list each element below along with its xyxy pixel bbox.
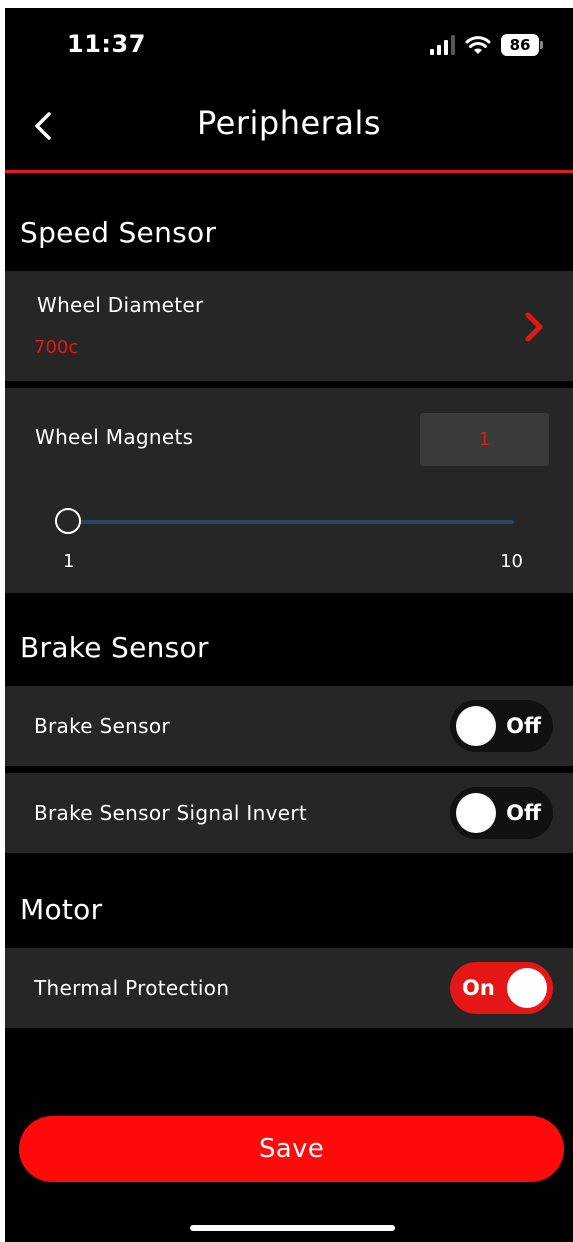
thermal-protection-toggle[interactable]: On xyxy=(450,962,553,1014)
page-title: Peripherals xyxy=(197,104,381,142)
toggle-knob xyxy=(456,793,496,833)
brake-sensor-toggle[interactable]: Off xyxy=(450,700,553,752)
wheel-magnets-row: Wheel Magnets 1 1 10 xyxy=(5,388,573,593)
chevron-right-icon[interactable] xyxy=(523,311,545,347)
toggle-state: On xyxy=(462,976,495,1000)
section-title-motor: Motor xyxy=(20,893,103,926)
wheel-diameter-value: 700c xyxy=(34,337,79,358)
toggle-state: Off xyxy=(506,714,541,738)
home-indicator xyxy=(190,1225,395,1231)
save-button[interactable]: Save xyxy=(19,1116,564,1182)
status-icons: 86 xyxy=(430,30,543,60)
toggle-knob xyxy=(456,706,496,746)
toggle-knob xyxy=(507,968,547,1008)
slider-min-label: 1 xyxy=(63,551,75,572)
status-time: 11:37 xyxy=(67,30,146,58)
wheel-magnets-slider-thumb[interactable] xyxy=(55,508,81,534)
wheel-diameter-row[interactable]: Wheel Diameter 700c xyxy=(5,271,573,381)
brake-signal-invert-row: Brake Sensor Signal Invert Off xyxy=(5,773,573,853)
battery-level: 86 xyxy=(501,34,539,56)
wheel-magnets-slider-track[interactable] xyxy=(68,520,514,524)
wheel-diameter-label: Wheel Diameter xyxy=(37,293,204,317)
screen: 11:37 86 Peripherals Speed Sensor Wheel … xyxy=(5,8,573,1242)
header-divider xyxy=(5,170,573,173)
section-title-speed-sensor: Speed Sensor xyxy=(20,216,217,249)
wifi-icon xyxy=(465,35,491,55)
slider-max-label: 10 xyxy=(500,551,523,572)
brake-signal-invert-label: Brake Sensor Signal Invert xyxy=(34,801,308,825)
section-title-brake-sensor: Brake Sensor xyxy=(20,631,209,664)
brake-sensor-row: Brake Sensor Off xyxy=(5,686,573,766)
brake-sensor-label: Brake Sensor xyxy=(34,714,170,738)
battery-icon: 86 xyxy=(501,34,543,56)
cellular-signal-icon xyxy=(430,35,455,55)
thermal-protection-row: Thermal Protection On xyxy=(5,948,573,1028)
wheel-magnets-label: Wheel Magnets xyxy=(35,425,194,449)
brake-signal-invert-toggle[interactable]: Off xyxy=(450,787,553,839)
toggle-state: Off xyxy=(506,801,541,825)
wheel-magnets-input[interactable]: 1 xyxy=(420,413,549,466)
thermal-protection-label: Thermal Protection xyxy=(34,976,230,1000)
